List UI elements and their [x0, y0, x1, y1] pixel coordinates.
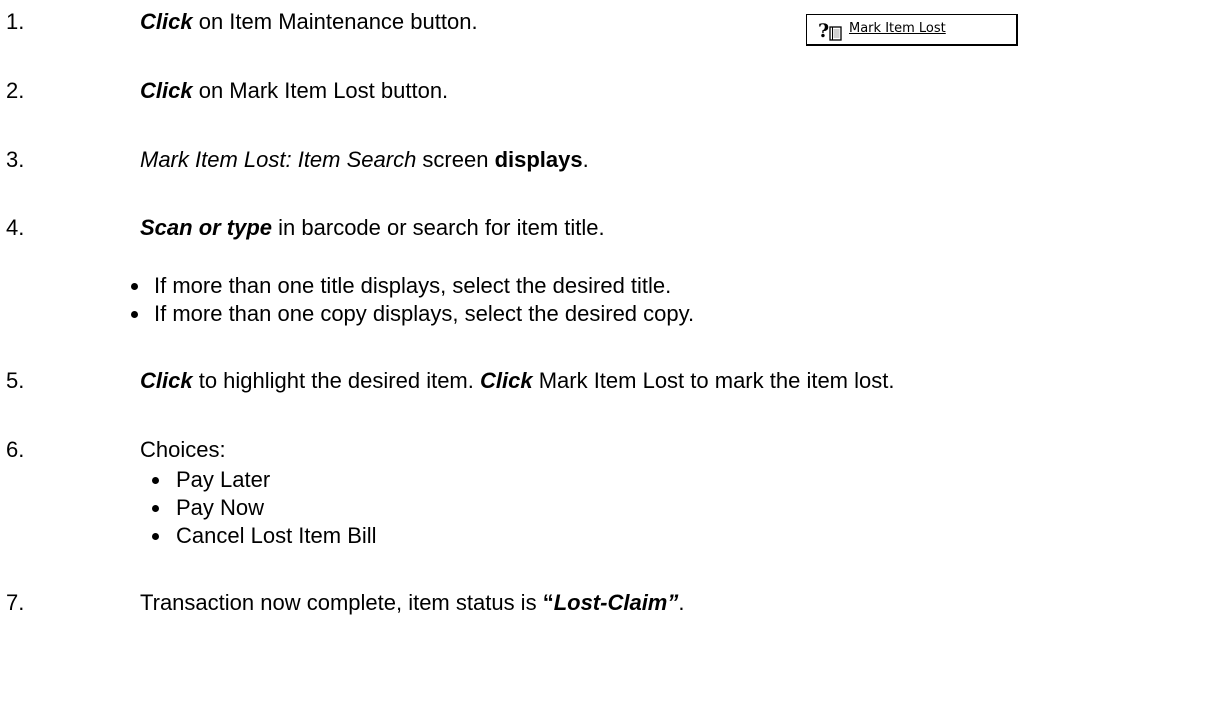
list-item: Pay Later	[0, 467, 1206, 493]
list-item: Cancel Lost Item Bill	[0, 523, 1206, 549]
step-number: 2.	[6, 78, 25, 103]
step-4: 4. Scan or type in barcode or search for…	[0, 215, 1206, 241]
step-text: Click to highlight the desired item. Cli…	[140, 368, 895, 393]
step-3: 3. Mark Item Lost: Item Search screen di…	[0, 147, 1206, 173]
bullet-icon	[152, 533, 159, 540]
step-5: 5. Click to highlight the desired item. …	[0, 368, 1206, 394]
step-number: 1.	[6, 9, 25, 34]
bullet-icon	[152, 477, 159, 484]
bullet-icon	[131, 311, 138, 318]
step-number: 5.	[6, 368, 25, 393]
list-item: Pay Now	[0, 495, 1206, 521]
list-item: If more than one copy displays, select t…	[0, 301, 1206, 327]
step-7: 7. Transaction now complete, item status…	[0, 590, 1206, 616]
step-text: Transaction now complete, item status is…	[140, 590, 685, 615]
step-number: 7.	[6, 590, 25, 615]
step-text: Click on Mark Item Lost button.	[140, 78, 449, 103]
bullet-icon	[152, 505, 159, 512]
step-text: Choices:	[140, 437, 226, 462]
list-item: If more than one title displays, select …	[0, 273, 1206, 299]
step-6: 6. Choices:	[0, 437, 1206, 463]
step-number: 6.	[6, 437, 25, 462]
step-number: 3.	[6, 147, 25, 172]
step-text: Click on Item Maintenance button.	[140, 9, 478, 34]
step-1: 1. Click on Item Maintenance button.	[0, 9, 1206, 35]
step-2: 2. Click on Mark Item Lost button.	[0, 78, 1206, 104]
step-text: Mark Item Lost: Item Search screen displ…	[140, 147, 589, 172]
step-text: Scan or type in barcode or search for it…	[140, 215, 605, 240]
bullet-icon	[131, 283, 138, 290]
step-number: 4.	[6, 215, 25, 240]
